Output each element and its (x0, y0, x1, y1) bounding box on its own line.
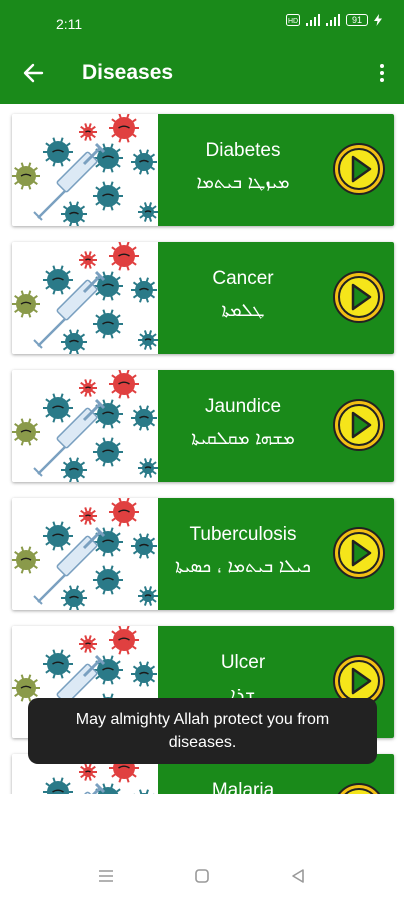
arrow-back-icon (23, 63, 44, 83)
disease-list[interactable]: Diabetes ܡܝܙܛܐ ܒܝܬܡܐ Cancer ܛܠܡܬܐ Jaundice ܡܫ… (0, 104, 404, 794)
page-title: Diseases (82, 61, 174, 84)
virus-syringe-image (12, 498, 158, 610)
play-button[interactable] (332, 782, 386, 794)
virus-syringe-image (12, 114, 158, 226)
menu-lines-icon (99, 870, 113, 882)
system-nav-bar (0, 852, 404, 900)
signal-icon (306, 14, 320, 26)
play-icon (333, 271, 385, 323)
virus-syringe-image (12, 370, 158, 482)
more-vert-icon (380, 64, 384, 68)
disease-name: Cancer (212, 268, 274, 289)
app-bar: Diseases (0, 42, 404, 104)
disease-name: Malaria (211, 780, 275, 794)
disease-card-cancer[interactable]: Cancer ܛܠܡܬܐ (12, 242, 394, 354)
disease-name: Diabetes (205, 140, 281, 161)
disease-native-name: ܡܫܗܐ ܡܩܠܩܝܬܐ (191, 428, 295, 449)
disease-name: Ulcer (220, 652, 266, 673)
play-icon (337, 783, 381, 794)
play-icon (333, 143, 385, 195)
play-button[interactable] (332, 270, 386, 324)
disease-card-tuberculosis[interactable]: Tuberculosis ܟܝܠܐ ܒܝܬܡܐ ، ܟܣܝܬܐ (12, 498, 394, 610)
svg-text:HD: HD (288, 18, 298, 25)
disease-thumbnail (12, 242, 158, 354)
back-button[interactable] (18, 58, 48, 88)
status-icons: HD 91 (286, 14, 382, 26)
system-back-button[interactable] (286, 864, 310, 888)
play-button[interactable] (332, 398, 386, 452)
disease-native-name: ܟܝܠܐ ܒܝܬܡܐ ، ܟܣܝܬܐ (175, 556, 311, 577)
disease-name: Tuberculosis (189, 524, 297, 545)
triangle-back-icon (292, 869, 304, 883)
status-time: 2:11 (56, 16, 83, 32)
play-button[interactable] (332, 526, 386, 580)
disease-panel: Cancer ܛܠܡܬܐ (158, 242, 394, 354)
virus-syringe-image (12, 242, 158, 354)
disease-native-name: ܡܝܙܛܐ ܒܝܬܡܐ (196, 172, 290, 193)
disease-panel: Jaundice ܡܫܗܐ ܡܩܠܩܝܬܐ (158, 370, 394, 482)
toast-message: May almighty Allah protect you from dise… (28, 698, 377, 764)
play-icon (333, 527, 385, 579)
disease-thumbnail (12, 370, 158, 482)
disease-name: Jaundice (204, 396, 282, 417)
square-home-icon (195, 869, 209, 883)
hd-icon: HD (286, 14, 300, 26)
play-icon (333, 399, 385, 451)
disease-thumbnail (12, 114, 158, 226)
play-button[interactable] (332, 142, 386, 196)
disease-panel: Tuberculosis ܟܝܠܐ ܒܝܬܡܐ ، ܟܣܝܬܐ (158, 498, 394, 610)
charging-icon (374, 14, 382, 26)
disease-card-diabetes[interactable]: Diabetes ܡܝܙܛܐ ܒܝܬܡܐ (12, 114, 394, 226)
disease-card-jaundice[interactable]: Jaundice ܡܫܗܐ ܡܩܠܩܝܬܐ (12, 370, 394, 482)
overflow-menu-button[interactable] (372, 58, 392, 88)
disease-panel: Diabetes ܡܝܙܛܐ ܒܝܬܡܐ (158, 114, 394, 226)
disease-native-name: ܛܠܡܬܐ (221, 300, 265, 321)
home-button[interactable] (190, 864, 214, 888)
recent-apps-button[interactable] (94, 864, 118, 888)
status-bar: 2:11 HD 91 (0, 0, 404, 42)
disease-thumbnail (12, 498, 158, 610)
signal-icon-2 (326, 14, 340, 26)
battery-icon: 91 (346, 14, 368, 26)
